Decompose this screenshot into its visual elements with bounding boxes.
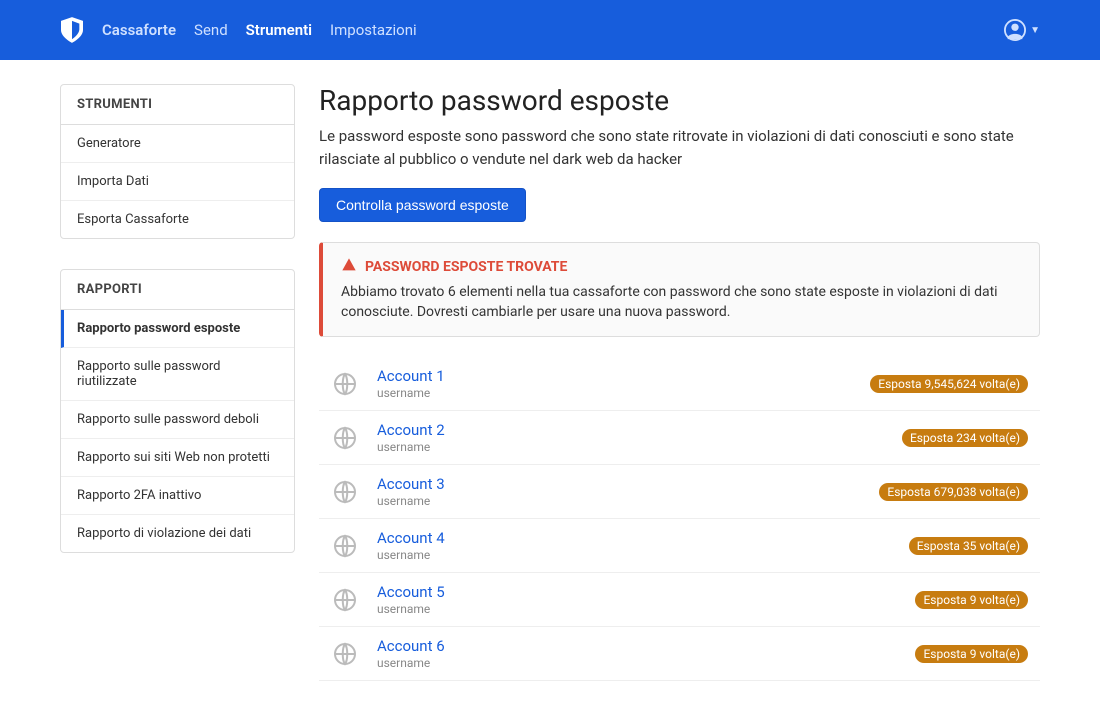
topbar: Cassaforte Send Strumenti Impostazioni ▼: [0, 0, 1100, 60]
globe-icon: [331, 424, 359, 452]
exposure-badge: Esposta 234 volta(e): [902, 429, 1028, 447]
user-menu[interactable]: ▼: [1004, 19, 1040, 41]
page-title: Rapporto password esposte: [319, 84, 1040, 117]
sidebar-group-reports: RAPPORTI Rapporto password esposte Rappo…: [60, 269, 295, 553]
sidebar-item-export[interactable]: Esporta Cassaforte: [61, 201, 294, 238]
account-name[interactable]: Account 1: [377, 367, 445, 385]
warning-icon: [341, 257, 357, 277]
account-name[interactable]: Account 5: [377, 583, 445, 601]
account-name[interactable]: Account 2: [377, 421, 445, 439]
exposure-badge: Esposta 35 volta(e): [909, 537, 1028, 555]
account-row: Account 3username Esposta 679,038 volta(e…: [319, 465, 1040, 519]
chevron-down-icon: ▼: [1030, 25, 1040, 36]
globe-icon: [331, 478, 359, 506]
account-username: username: [377, 386, 445, 400]
account-name[interactable]: Account 3: [377, 475, 445, 493]
alert-title-text: PASSWORD ESPOSTE TROVATE: [365, 259, 567, 275]
nav-impostazioni[interactable]: Impostazioni: [330, 21, 417, 39]
account-row: Account 5username Esposta 9 volta(e): [319, 573, 1040, 627]
account-row: Account 2username Esposta 234 volta(e): [319, 411, 1040, 465]
sidebar-item-reused-passwords[interactable]: Rapporto sulle password riutilizzate: [61, 348, 294, 401]
check-exposed-button[interactable]: Controlla password esposte: [319, 188, 526, 222]
exposure-badge: Esposta 9 volta(e): [915, 591, 1028, 609]
alert-body-text: Abbiamo trovato 6 elementi nella tua cas…: [341, 283, 1021, 322]
sidebar-item-inactive-2fa[interactable]: Rapporto 2FA inattivo: [61, 477, 294, 515]
nav-send[interactable]: Send: [194, 21, 228, 39]
main-content: Rapporto password esposte Le password es…: [319, 84, 1040, 681]
sidebar: STRUMENTI Generatore Importa Dati Esport…: [60, 84, 295, 681]
top-nav: Cassaforte Send Strumenti Impostazioni: [102, 21, 417, 39]
sidebar-item-exposed-passwords[interactable]: Rapporto password esposte: [61, 310, 294, 348]
exposure-badge: Esposta 679,038 volta(e): [879, 483, 1028, 501]
nav-strumenti[interactable]: Strumenti: [246, 21, 312, 39]
sidebar-group-tools: STRUMENTI Generatore Importa Dati Esport…: [60, 84, 295, 239]
sidebar-header-tools: STRUMENTI: [61, 85, 294, 125]
globe-icon: [331, 586, 359, 614]
sidebar-item-weak-passwords[interactable]: Rapporto sulle password deboli: [61, 401, 294, 439]
sidebar-item-generator[interactable]: Generatore: [61, 125, 294, 163]
globe-icon: [331, 640, 359, 668]
account-username: username: [377, 602, 445, 616]
sidebar-item-data-breach[interactable]: Rapporto di violazione dei dati: [61, 515, 294, 552]
account-username: username: [377, 440, 445, 454]
alert-box: PASSWORD ESPOSTE TROVATE Abbiamo trovato…: [319, 242, 1040, 337]
account-username: username: [377, 548, 445, 562]
page-subtitle: Le password esposte sono password che so…: [319, 125, 1040, 170]
nav-cassaforte[interactable]: Cassaforte: [102, 21, 176, 39]
account-row: Account 1username Esposta 9,545,624 volta…: [319, 357, 1040, 411]
globe-icon: [331, 532, 359, 560]
globe-icon: [331, 370, 359, 398]
exposure-badge: Esposta 9,545,624 volta(e): [870, 375, 1028, 393]
shield-logo-icon: [60, 16, 84, 44]
account-row: Account 4username Esposta 35 volta(e): [319, 519, 1040, 573]
account-username: username: [377, 494, 445, 508]
account-row: Account 6username Esposta 9 volta(e): [319, 627, 1040, 681]
sidebar-item-unsecured-websites[interactable]: Rapporto sui siti Web non protetti: [61, 439, 294, 477]
sidebar-item-import[interactable]: Importa Dati: [61, 163, 294, 201]
account-username: username: [377, 656, 445, 670]
account-name[interactable]: Account 4: [377, 529, 445, 547]
sidebar-header-reports: RAPPORTI: [61, 270, 294, 310]
account-name[interactable]: Account 6: [377, 637, 445, 655]
exposure-badge: Esposta 9 volta(e): [915, 645, 1028, 663]
